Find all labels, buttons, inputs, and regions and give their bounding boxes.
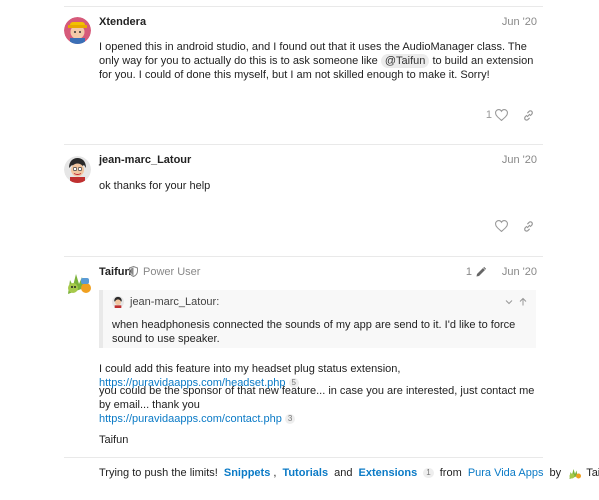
link-icon[interactable] xyxy=(522,109,535,122)
post-actions xyxy=(495,218,535,234)
quote-header: jean-marc_Latour: xyxy=(112,296,219,308)
signature-text: by xyxy=(546,467,565,479)
pencil-icon xyxy=(476,266,487,277)
signature-text: , xyxy=(273,467,280,479)
quote-text: when headphonesis connected the sounds o… xyxy=(112,319,516,345)
post-body: ok thanks for your help xyxy=(99,180,211,192)
like-button[interactable]: 1 xyxy=(486,109,508,121)
paragraph-text: you could be the sponsor of that new fea… xyxy=(99,385,535,411)
click-count-badge: 1 xyxy=(423,468,434,478)
username[interactable]: jean-marc_Latour xyxy=(99,153,191,167)
taifun-avatar[interactable] xyxy=(64,268,94,296)
jean-marc-avatar[interactable] xyxy=(64,156,91,183)
quote-author[interactable]: jean-marc_Latour: xyxy=(130,296,219,308)
paragraph-text: I could add this feature into my headset… xyxy=(99,363,401,375)
quote-controls xyxy=(504,297,528,307)
username[interactable]: Taifun xyxy=(99,265,131,279)
user-signature: Trying to push the limits! Snippets, Tut… xyxy=(99,466,599,480)
edit-count: 1 xyxy=(465,266,472,278)
username[interactable]: Xtendera xyxy=(99,15,146,29)
snippets-link[interactable]: Snippets xyxy=(224,466,270,480)
signature-text: and xyxy=(331,467,356,479)
arrow-up-icon[interactable] xyxy=(518,297,528,307)
post-header: Taifun Power User 1 Jun '20 xyxy=(99,265,537,283)
pura-vida-link[interactable]: Pura Vida Apps xyxy=(468,466,544,480)
post-divider xyxy=(64,144,543,145)
post-date[interactable]: Jun '20 xyxy=(502,265,537,279)
heart-icon xyxy=(495,109,508,121)
user-title: Power User xyxy=(143,266,201,278)
signature-divider xyxy=(64,457,543,458)
top-divider xyxy=(64,6,543,7)
post-header: Xtendera Jun '20 xyxy=(99,15,537,33)
post-header: jean-marc_Latour Jun '20 xyxy=(99,153,537,171)
signature-author: Taifun. xyxy=(586,467,599,479)
xtendera-avatar[interactable] xyxy=(64,17,91,44)
link-icon[interactable] xyxy=(522,220,535,233)
post-divider xyxy=(64,256,543,257)
tutorials-link[interactable]: Tutorials xyxy=(282,466,328,480)
post-date[interactable]: Jun '20 xyxy=(502,153,537,167)
post-actions: 1 xyxy=(486,107,535,123)
sign-off: Taifun xyxy=(99,434,129,446)
extensions-link[interactable]: Extensions xyxy=(359,466,418,480)
signature-text: Trying to push the limits! xyxy=(99,467,221,479)
click-count-badge: 3 xyxy=(284,414,296,424)
contact-link[interactable]: https://puravidaapps.com/contact.php xyxy=(99,413,282,425)
quote-avatar[interactable] xyxy=(112,296,124,308)
post-body: I opened this in android studio, and I f… xyxy=(99,40,539,82)
signature-text: from xyxy=(436,467,465,479)
shield-icon xyxy=(129,266,138,277)
heart-icon[interactable] xyxy=(495,220,508,232)
like-count: 1 xyxy=(485,109,492,121)
taifun-logo-icon xyxy=(569,469,582,479)
mention-link[interactable]: @Taifun xyxy=(380,54,430,68)
quote-block: jean-marc_Latour: when headphonesis conn… xyxy=(99,290,536,348)
post-paragraph: you could be the sponsor of that new fea… xyxy=(99,384,539,426)
chevron-down-icon[interactable] xyxy=(504,297,514,307)
edit-history[interactable]: 1 xyxy=(466,265,487,279)
post-date[interactable]: Jun '20 xyxy=(502,15,537,29)
